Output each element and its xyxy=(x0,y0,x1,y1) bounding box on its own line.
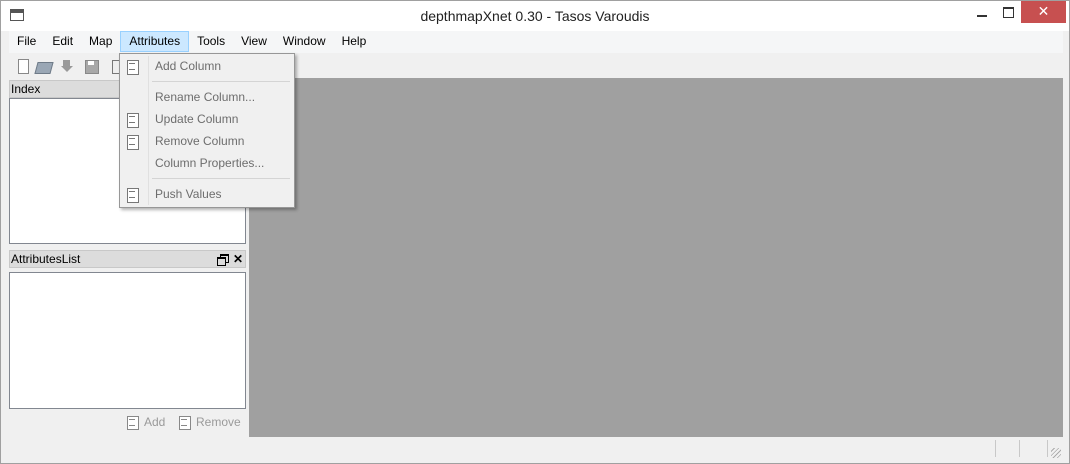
status-separator xyxy=(1019,440,1020,457)
add-attribute-button[interactable]: Add xyxy=(126,415,166,430)
menu-file[interactable]: File xyxy=(9,31,44,52)
menu-item-push-values-label: Push Values xyxy=(155,187,222,201)
open-folder-icon[interactable] xyxy=(35,58,51,74)
add-column-icon xyxy=(126,415,140,430)
menu-item-rename-column-label: Rename Column... xyxy=(155,90,256,104)
title-bar: depthmapXnet 0.30 - Tasos Varoudis ✕ xyxy=(1,1,1069,31)
close-button[interactable]: ✕ xyxy=(1021,1,1066,23)
menu-item-push-values[interactable]: Push Values xyxy=(122,183,292,205)
menu-bar: File Edit Map Attributes Tools View Wind… xyxy=(9,31,1063,53)
attributes-actions: Add Remove xyxy=(9,415,246,435)
update-column-icon xyxy=(126,112,141,128)
menu-tools[interactable]: Tools xyxy=(189,31,233,52)
menu-separator xyxy=(152,178,290,179)
menu-item-column-properties-label: Column Properties... xyxy=(155,156,265,170)
menu-item-add-column-label: Add Column xyxy=(155,59,222,73)
float-panel-icon[interactable] xyxy=(216,254,229,266)
status-separator xyxy=(995,440,996,457)
menu-map[interactable]: Map xyxy=(81,31,120,52)
menu-item-update-column[interactable]: Update Column xyxy=(122,108,292,130)
menu-attributes[interactable]: Attributes xyxy=(120,31,190,52)
status-separator xyxy=(1047,440,1048,457)
add-attribute-label: Add xyxy=(144,415,166,429)
menu-item-rename-column[interactable]: Rename Column... xyxy=(122,86,292,108)
save-disk-icon[interactable] xyxy=(83,58,99,74)
add-column-icon xyxy=(126,59,141,75)
new-file-icon[interactable] xyxy=(15,58,31,74)
index-panel-title-text: Index xyxy=(11,82,41,96)
app-window: depthmapXnet 0.30 - Tasos Varoudis ✕ Fil… xyxy=(0,0,1070,464)
menu-separator xyxy=(152,81,290,82)
push-values-icon xyxy=(126,187,141,203)
attributes-list-panel: AttributesList ✕ xyxy=(9,250,246,409)
resize-grip-icon[interactable] xyxy=(1051,448,1061,458)
attributes-list[interactable] xyxy=(9,272,246,409)
close-panel-icon[interactable]: ✕ xyxy=(233,252,243,266)
workspace-area[interactable] xyxy=(249,78,1063,437)
attributes-list-panel-title-text: AttributesList xyxy=(11,252,81,266)
menu-view[interactable]: View xyxy=(233,31,275,52)
attributes-dropdown-menu: Add Column Rename Column... Update Colum… xyxy=(119,53,295,208)
menu-item-remove-column[interactable]: Remove Column xyxy=(122,130,292,152)
import-arrow-icon[interactable] xyxy=(59,58,75,74)
menu-window[interactable]: Window xyxy=(275,31,334,52)
remove-column-icon xyxy=(126,134,141,150)
maximize-button[interactable] xyxy=(995,1,1021,23)
remove-attribute-button[interactable]: Remove xyxy=(178,415,241,430)
remove-column-icon xyxy=(178,415,192,430)
status-bar xyxy=(9,438,1063,460)
menu-item-column-properties[interactable]: Column Properties... xyxy=(122,152,292,174)
remove-attribute-label: Remove xyxy=(196,415,241,429)
minimize-button[interactable] xyxy=(969,1,995,23)
attributes-list-panel-title: AttributesList ✕ xyxy=(9,250,246,268)
menu-edit[interactable]: Edit xyxy=(44,31,81,52)
menu-item-update-column-label: Update Column xyxy=(155,112,239,126)
menu-help[interactable]: Help xyxy=(334,31,375,52)
window-title: depthmapXnet 0.30 - Tasos Varoudis xyxy=(420,8,650,24)
menu-item-add-column[interactable]: Add Column xyxy=(122,55,292,77)
menu-item-remove-column-label: Remove Column xyxy=(155,134,245,148)
